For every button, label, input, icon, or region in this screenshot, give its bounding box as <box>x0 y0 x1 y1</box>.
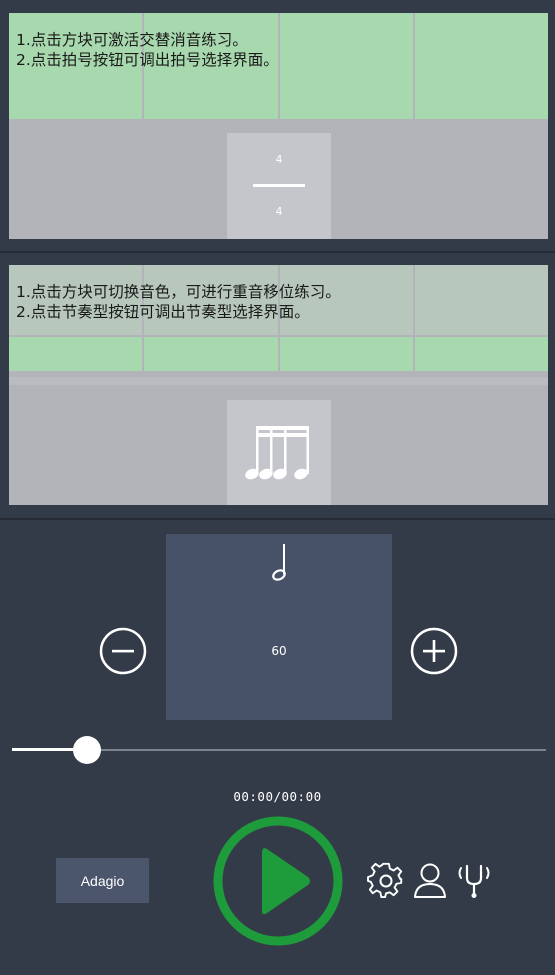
section-divider <box>0 518 555 520</box>
sixteenth-notes-icon <box>245 426 309 480</box>
section-divider <box>0 251 555 253</box>
account-button[interactable] <box>412 862 448 904</box>
rhythm-cell-4[interactable] <box>412 337 548 371</box>
beat-hint-line-2: 2.点击拍号按钮可调出拍号选择界面。 <box>16 51 279 69</box>
playback-time: 00:00/00:00 <box>233 789 322 804</box>
time-signature-numerator: 4 <box>275 153 283 166</box>
beat-cell-4[interactable] <box>412 13 548 119</box>
play-button[interactable] <box>212 815 344 947</box>
beat-panel: 1.点击方块可激活交替消音练习。 2.点击拍号按钮可调出拍号选择界面。 4 4 <box>9 13 548 239</box>
tempo-name-button[interactable]: Adagio <box>56 858 149 903</box>
user-icon <box>414 863 446 898</box>
rhythm-panel: 1.点击方块可切换音色，可进行重音移位练习。 2.点击节奏型按钮可调出节奏型选择… <box>9 265 548 505</box>
time-signature-bar <box>253 184 305 187</box>
rhythm-pattern-button[interactable] <box>227 400 331 505</box>
rhythm-hint-line-2: 2.点击节奏型按钮可调出节奏型选择界面。 <box>16 303 310 321</box>
plus-circle-icon <box>410 627 458 675</box>
gear-icon <box>367 862 403 899</box>
play-icon <box>213 816 343 946</box>
rhythm-cell-top-4[interactable] <box>412 265 548 335</box>
rhythm-cells-bottom <box>9 337 548 371</box>
increase-tempo-button[interactable] <box>410 627 458 675</box>
decrease-tempo-button[interactable] <box>99 627 147 675</box>
bpm-value: 60 <box>271 644 287 658</box>
beat-hint: 1.点击方块可激活交替消音练习。 2.点击拍号按钮可调出拍号选择界面。 <box>16 30 279 70</box>
rhythm-hint-line-1: 1.点击方块可切换音色，可进行重音移位练习。 <box>16 283 341 301</box>
time-signature-denominator: 4 <box>275 205 283 218</box>
rhythm-cell-1[interactable] <box>9 337 143 371</box>
beat-hint-line-1: 1.点击方块可激活交替消音练习。 <box>16 31 248 49</box>
rhythm-cell-2[interactable] <box>142 337 278 371</box>
rhythm-hint: 1.点击方块可切换音色，可进行重音移位练习。 2.点击节奏型按钮可调出节奏型选择… <box>16 282 341 322</box>
tuner-button[interactable] <box>456 862 492 904</box>
half-note-icon <box>272 544 286 581</box>
settings-button[interactable] <box>367 862 405 904</box>
tempo-slider[interactable] <box>12 736 546 764</box>
rhythm-cell-3[interactable] <box>277 337 413 371</box>
tempo-display[interactable]: 60 <box>166 534 392 720</box>
tuning-fork-icon <box>458 864 490 898</box>
beat-cell-3[interactable] <box>277 13 413 119</box>
rhythm-strip <box>9 377 548 385</box>
minus-circle-icon <box>99 627 147 675</box>
time-signature-button[interactable]: 4 4 <box>227 133 331 239</box>
slider-thumb[interactable] <box>72 736 101 764</box>
